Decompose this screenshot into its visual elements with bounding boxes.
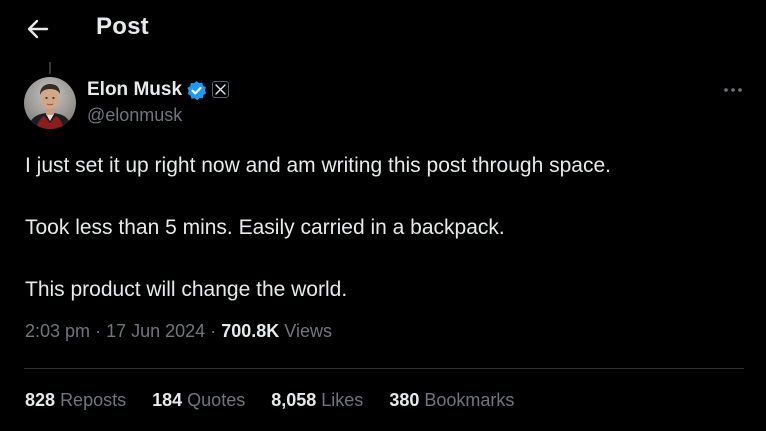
thread-line xyxy=(49,62,51,74)
back-button[interactable] xyxy=(22,14,54,44)
x-logo-icon xyxy=(215,84,226,95)
stat-count: 184 xyxy=(152,390,183,410)
post-meta: 2:03 pm · 17 Jun 2024 · 700.8K Views xyxy=(25,321,332,342)
views-count: 700.8K xyxy=(221,321,280,341)
author-name[interactable]: Elon Musk xyxy=(87,79,182,101)
views-label: Views xyxy=(284,321,332,341)
post-paragraph: This product will change the world. xyxy=(25,278,348,301)
stat-label: Quotes xyxy=(187,390,246,410)
post-paragraph: I just set it up right now and am writin… xyxy=(25,154,611,177)
arrow-left-icon xyxy=(27,19,49,39)
divider xyxy=(24,368,744,369)
post-text: I just set it up right now and am writin… xyxy=(25,151,745,337)
engagement-stats: 828 Reposts 184 Quotes 8,058 Likes 380 B… xyxy=(25,390,540,411)
meta-separator: · xyxy=(210,321,217,341)
verified-badge-icon xyxy=(187,80,207,101)
stat-label: Likes xyxy=(321,390,364,410)
post-paragraph: Took less than 5 mins. Easily carried in… xyxy=(25,216,505,239)
stat-count: 828 xyxy=(25,390,56,410)
bookmarks-stat[interactable]: 380 Bookmarks xyxy=(389,390,514,411)
likes-stat[interactable]: 8,058 Likes xyxy=(271,390,363,411)
more-options-button[interactable] xyxy=(718,80,748,100)
stat-count: 380 xyxy=(389,390,420,410)
stat-label: Bookmarks xyxy=(424,390,515,410)
author-handle[interactable]: @elonmusk xyxy=(87,105,182,126)
post-date[interactable]: 17 Jun 2024 xyxy=(106,321,205,341)
page-title: Post xyxy=(96,13,149,40)
post-time[interactable]: 2:03 pm xyxy=(25,321,90,341)
quotes-stat[interactable]: 184 Quotes xyxy=(152,390,245,411)
more-horizontal-icon xyxy=(724,88,742,92)
avatar[interactable] xyxy=(24,77,76,129)
stat-count: 8,058 xyxy=(271,390,317,410)
top-bar: Post xyxy=(0,0,766,56)
affiliate-badge[interactable] xyxy=(212,81,229,98)
stat-label: Reposts xyxy=(60,390,127,410)
meta-separator: · xyxy=(95,321,102,341)
reposts-stat[interactable]: 828 Reposts xyxy=(25,390,126,411)
